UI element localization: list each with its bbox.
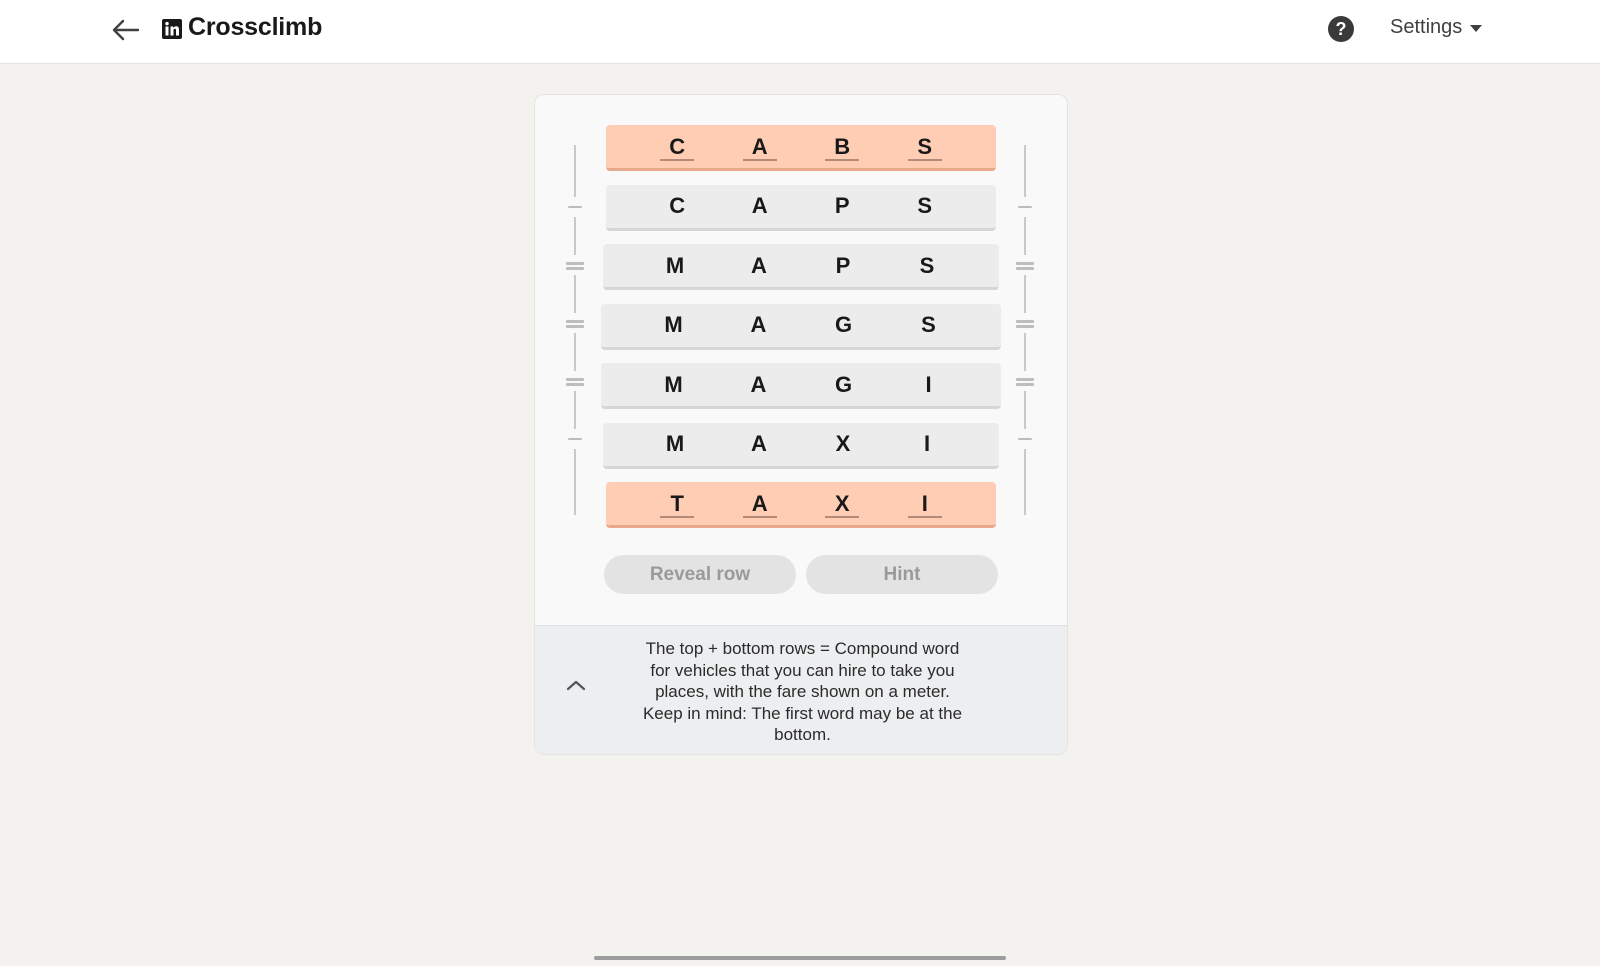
rail-line [574,391,576,429]
drag-handle-icon[interactable] [1012,259,1038,271]
letter-tile: A [750,312,767,337]
rail-line [574,275,576,313]
letter-tile: P [834,193,850,218]
clue-line: for vehicles that you can hire to take y… [650,660,955,680]
drag-handle-icon[interactable] [562,259,588,271]
rail-line [574,217,576,255]
letter-tile: M [664,371,683,397]
clue-panel: The top + bottom rows = Compound word fo… [535,625,1067,754]
word-row[interactable]: MAGS [601,303,1001,350]
word-row[interactable]: MAPS [603,244,999,290]
drag-handle-icon[interactable] [1012,201,1038,213]
rail-line [1024,217,1026,255]
app-title: Crossclimb [188,13,323,41]
rail-line [1024,275,1026,313]
clue-line: bottom. [774,725,831,744]
chevron-up-icon[interactable] [563,676,589,696]
letter-tile: A [751,193,768,218]
letter-tile: M [664,312,683,337]
letter-tile: X [835,431,851,456]
clue-text: The top + bottom rows = Compound word fo… [630,638,975,746]
letter-tile: P [835,252,851,278]
letter-tile[interactable]: S [907,124,942,170]
letter-tile[interactable]: A [742,481,777,527]
letter-tile: S [921,312,936,337]
rail-line [1024,145,1026,197]
letter-tile: I [925,371,932,397]
letter-tile: A [751,431,767,456]
clue-line: places, with the fare shown on a meter. [655,682,950,701]
drag-handle-icon[interactable] [562,375,588,387]
reveal-row-button[interactable]: Reveal row [604,555,796,594]
drag-handle-icon[interactable] [562,433,588,445]
letter-tile: G [834,312,853,337]
drag-handle-icon[interactable] [562,317,588,329]
rail-line [1024,449,1026,515]
rail-line [1024,333,1026,371]
locked-word-row: TAXI [606,482,996,528]
rail-line [574,449,576,515]
caret-down-icon [1470,25,1483,32]
letter-tile[interactable]: I [907,481,942,527]
drag-handle-icon[interactable] [1012,433,1038,445]
clue-line: Keep in mind: The first word may be at t… [642,703,963,723]
clue-line: The top + bottom rows = Compound word [645,639,960,658]
drag-handle-icon[interactable] [1012,317,1038,329]
letter-tile: A [750,371,767,397]
settings-label: Settings [1390,16,1463,38]
word-row[interactable]: CAPS [606,184,996,231]
left-drag-rail [562,145,588,515]
letter-tile[interactable]: C [660,124,695,170]
right-drag-rail [1012,145,1038,515]
letter-tile: S [919,252,935,278]
top-bar: Crossclimb ? Settings [0,0,1600,64]
letter-tile: C [669,193,686,218]
game-board: CABSCAPSMAPSMAGSMAGIMAXITAXI Reveal row … [534,94,1068,755]
rail-line [1024,391,1026,429]
drag-handle-icon[interactable] [1012,375,1038,387]
letter-tile[interactable]: A [742,124,777,170]
rail-line [574,145,576,197]
rail-line [574,333,576,371]
hint-button[interactable]: Hint [806,555,998,594]
letter-tile[interactable]: T [660,481,695,527]
letter-tile: M [665,252,685,278]
settings-dropdown[interactable]: Settings [1390,16,1483,39]
letter-tile: S [917,193,933,218]
letter-tile: I [923,431,931,456]
word-row[interactable]: MAXI [603,422,999,469]
letter-tile: G [834,371,853,397]
linkedin-logo-icon [162,19,182,39]
help-icon[interactable]: ? [1328,16,1354,42]
back-arrow-icon[interactable] [110,14,142,46]
letter-tile[interactable]: B [825,124,860,170]
locked-word-row: CABS [606,125,996,171]
home-indicator [594,956,1006,960]
letter-tile: A [751,252,767,278]
word-row[interactable]: MAGI [601,363,1001,409]
drag-handle-icon[interactable] [562,201,588,213]
letter-tile[interactable]: X [825,481,860,527]
letter-tile: M [665,431,685,456]
